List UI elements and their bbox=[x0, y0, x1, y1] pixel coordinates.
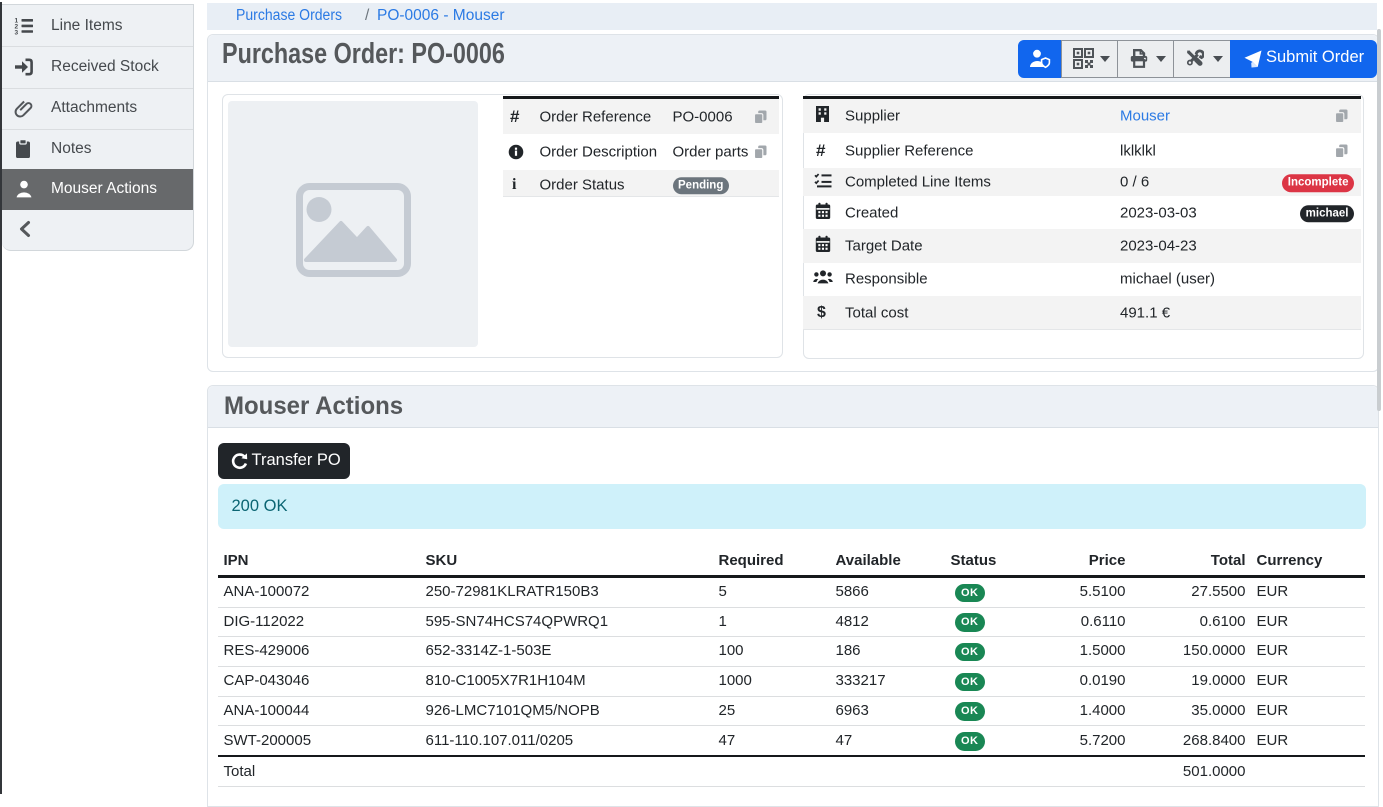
svg-text:3: 3 bbox=[15, 29, 19, 35]
